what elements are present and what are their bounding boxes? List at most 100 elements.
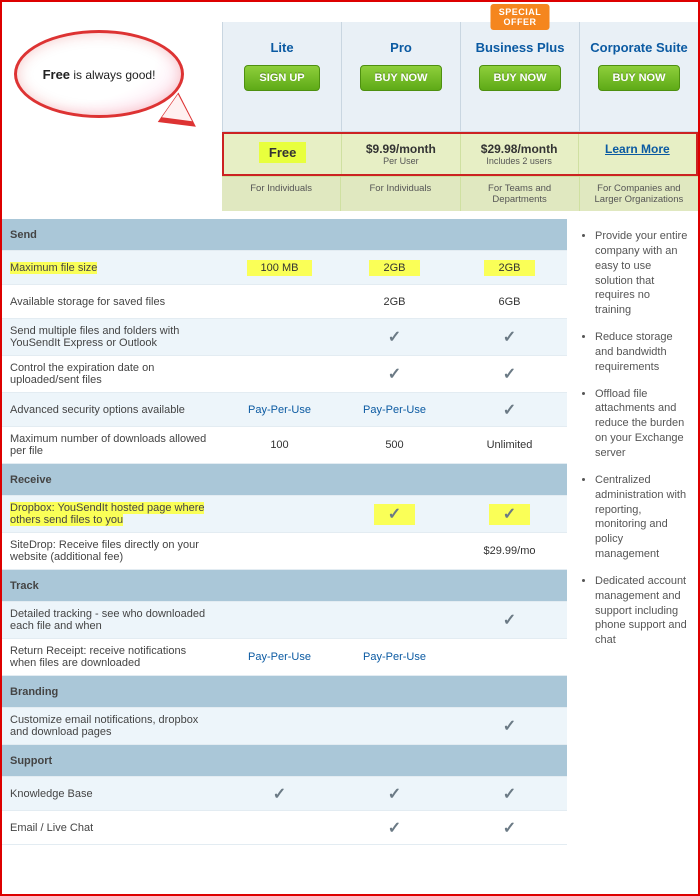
table-row: Send multiple files and folders with You… <box>2 319 567 356</box>
table-row: Maximum file size100 MB2GB2GB <box>2 251 567 285</box>
section-title: Send <box>2 223 567 247</box>
check-icon: ✓ <box>388 329 401 346</box>
audience-lite: For Individuals <box>222 177 340 211</box>
highlighted-label: Maximum file size <box>10 262 97 274</box>
pricing-frame: Free is always good! Lite SIGN UP Pro BU… <box>0 0 700 896</box>
feature-cell: 6GB <box>452 292 567 312</box>
plan-header-row: Lite SIGN UP Pro BUY NOW SPECIAL OFFER B… <box>222 22 698 132</box>
check-icon: ✓ <box>388 786 401 803</box>
signup-button-lite[interactable]: SIGN UP <box>244 65 319 91</box>
check-icon: ✓ <box>503 786 516 803</box>
plan-col-pro: Pro BUY NOW <box>341 22 460 131</box>
corporate-feature-item: Centralized administration with reportin… <box>595 473 688 562</box>
feature-label: Send multiple files and folders with You… <box>2 319 222 355</box>
feature-cell: ✓ <box>452 780 567 808</box>
table-row: Knowledge Base ✓ ✓ ✓ <box>2 777 567 811</box>
feature-label: Available storage for saved files <box>2 290 222 314</box>
feature-cell <box>337 616 452 624</box>
table-row: Detailed tracking - see who downloaded e… <box>2 602 567 639</box>
buy-button-pro[interactable]: BUY NOW <box>360 65 443 91</box>
price-cell-lite: Free <box>224 134 341 174</box>
pay-per-use-link[interactable]: Pay-Per-Use <box>363 651 426 663</box>
feature-cell: ✓ <box>337 360 452 388</box>
table-row: Dropbox: YouSendIt hosted page where oth… <box>2 496 567 533</box>
section-header-branding: Branding <box>2 676 567 708</box>
feature-cell <box>222 298 337 306</box>
table-row: Control the expiration date on uploaded/… <box>2 356 567 393</box>
feature-cell: Pay-Per-Use <box>337 647 452 667</box>
pay-per-use-link[interactable]: Pay-Per-Use <box>363 404 426 416</box>
table-row: Available storage for saved files 2GB 6GB <box>2 285 567 319</box>
feature-cell: ✓ <box>222 780 337 808</box>
learn-more-link[interactable]: Learn More <box>605 142 670 156</box>
section-header-track: Track <box>2 570 567 602</box>
audience-row: For Individuals For Individuals For Team… <box>222 176 698 211</box>
buy-button-business[interactable]: BUY NOW <box>479 65 562 91</box>
pay-per-use-link[interactable]: Pay-Per-Use <box>248 404 311 416</box>
feature-label: Maximum number of downloads allowed per … <box>2 427 222 463</box>
feature-value: 6GB <box>498 296 520 308</box>
feature-grid: SendMaximum file size100 MB2GB2GBAvailab… <box>2 219 698 845</box>
feature-value: Unlimited <box>487 439 533 451</box>
audience-business: For Teams and Departments <box>460 177 579 211</box>
feature-label: Dropbox: YouSendIt hosted page where oth… <box>2 496 222 532</box>
corporate-feature-item: Provide your entire company with an easy… <box>595 229 688 318</box>
corporate-feature-item: Offload file attachments and reduce the … <box>595 387 688 461</box>
feature-value: 500 <box>385 439 403 451</box>
feature-cell: ✓ <box>452 712 567 740</box>
feature-cell: ✓ <box>452 323 567 351</box>
corporate-features-column: Provide your entire company with an easy… <box>567 219 698 845</box>
feature-cell: 500 <box>337 435 452 455</box>
feature-cell: ✓ <box>452 360 567 388</box>
check-icon: ✓ <box>503 718 516 735</box>
feature-cell <box>222 547 337 555</box>
audience-pro: For Individuals <box>340 177 459 211</box>
feature-cell <box>452 653 567 661</box>
check-icon: ✓ <box>503 366 516 383</box>
feature-label: Control the expiration date on uploaded/… <box>2 356 222 392</box>
plan-name-pro: Pro <box>344 40 458 55</box>
feature-value: 100 <box>270 439 288 451</box>
check-icon: ✓ <box>489 504 530 525</box>
table-row: Return Receipt: receive notifications wh… <box>2 639 567 676</box>
feature-label: Detailed tracking - see who downloaded e… <box>2 602 222 638</box>
pay-per-use-link[interactable]: Pay-Per-Use <box>248 651 311 663</box>
section-header-support: Support <box>2 745 567 777</box>
feature-cell <box>337 722 452 730</box>
plan-col-lite: Lite SIGN UP <box>222 22 341 131</box>
buy-button-corporate[interactable]: BUY NOW <box>598 65 681 91</box>
plan-name-business: Business Plus <box>463 40 577 55</box>
section-title: Branding <box>2 680 567 704</box>
feature-cell: ✓ <box>452 396 567 424</box>
feature-cell <box>222 510 337 518</box>
callout-speech-bubble: Free is always good! <box>14 30 204 140</box>
feature-cell: Pay-Per-Use <box>337 400 452 420</box>
price-sub-business: Includes 2 users <box>463 156 576 166</box>
price-pro: $9.99/month <box>344 142 457 156</box>
feature-cell: ✓ <box>337 323 452 351</box>
check-icon: ✓ <box>503 820 516 837</box>
feature-cell: Pay-Per-Use <box>222 647 337 667</box>
section-header-receive: Receive <box>2 464 567 496</box>
section-title: Receive <box>2 468 567 492</box>
feature-cell: 2GB <box>337 292 452 312</box>
feature-cell <box>222 722 337 730</box>
feature-cell <box>222 333 337 341</box>
check-icon: ✓ <box>273 786 286 803</box>
callout-text: Free is always good! <box>43 67 156 82</box>
price-free-badge: Free <box>259 142 306 163</box>
feature-label: Email / Live Chat <box>2 816 222 840</box>
price-sub-pro: Per User <box>344 156 457 166</box>
section-title: Support <box>2 749 567 773</box>
feature-cell: 100 <box>222 435 337 455</box>
plan-name-lite: Lite <box>225 40 339 55</box>
section-header-send: Send <box>2 219 567 251</box>
feature-cell: ✓ <box>452 606 567 634</box>
check-icon: ✓ <box>388 366 401 383</box>
feature-label: Knowledge Base <box>2 782 222 806</box>
feature-cell: 2GB <box>452 258 567 278</box>
feature-cell <box>222 616 337 624</box>
check-icon: ✓ <box>503 402 516 419</box>
feature-cell: 100 MB <box>222 258 337 278</box>
table-row: Maximum number of downloads allowed per … <box>2 427 567 464</box>
